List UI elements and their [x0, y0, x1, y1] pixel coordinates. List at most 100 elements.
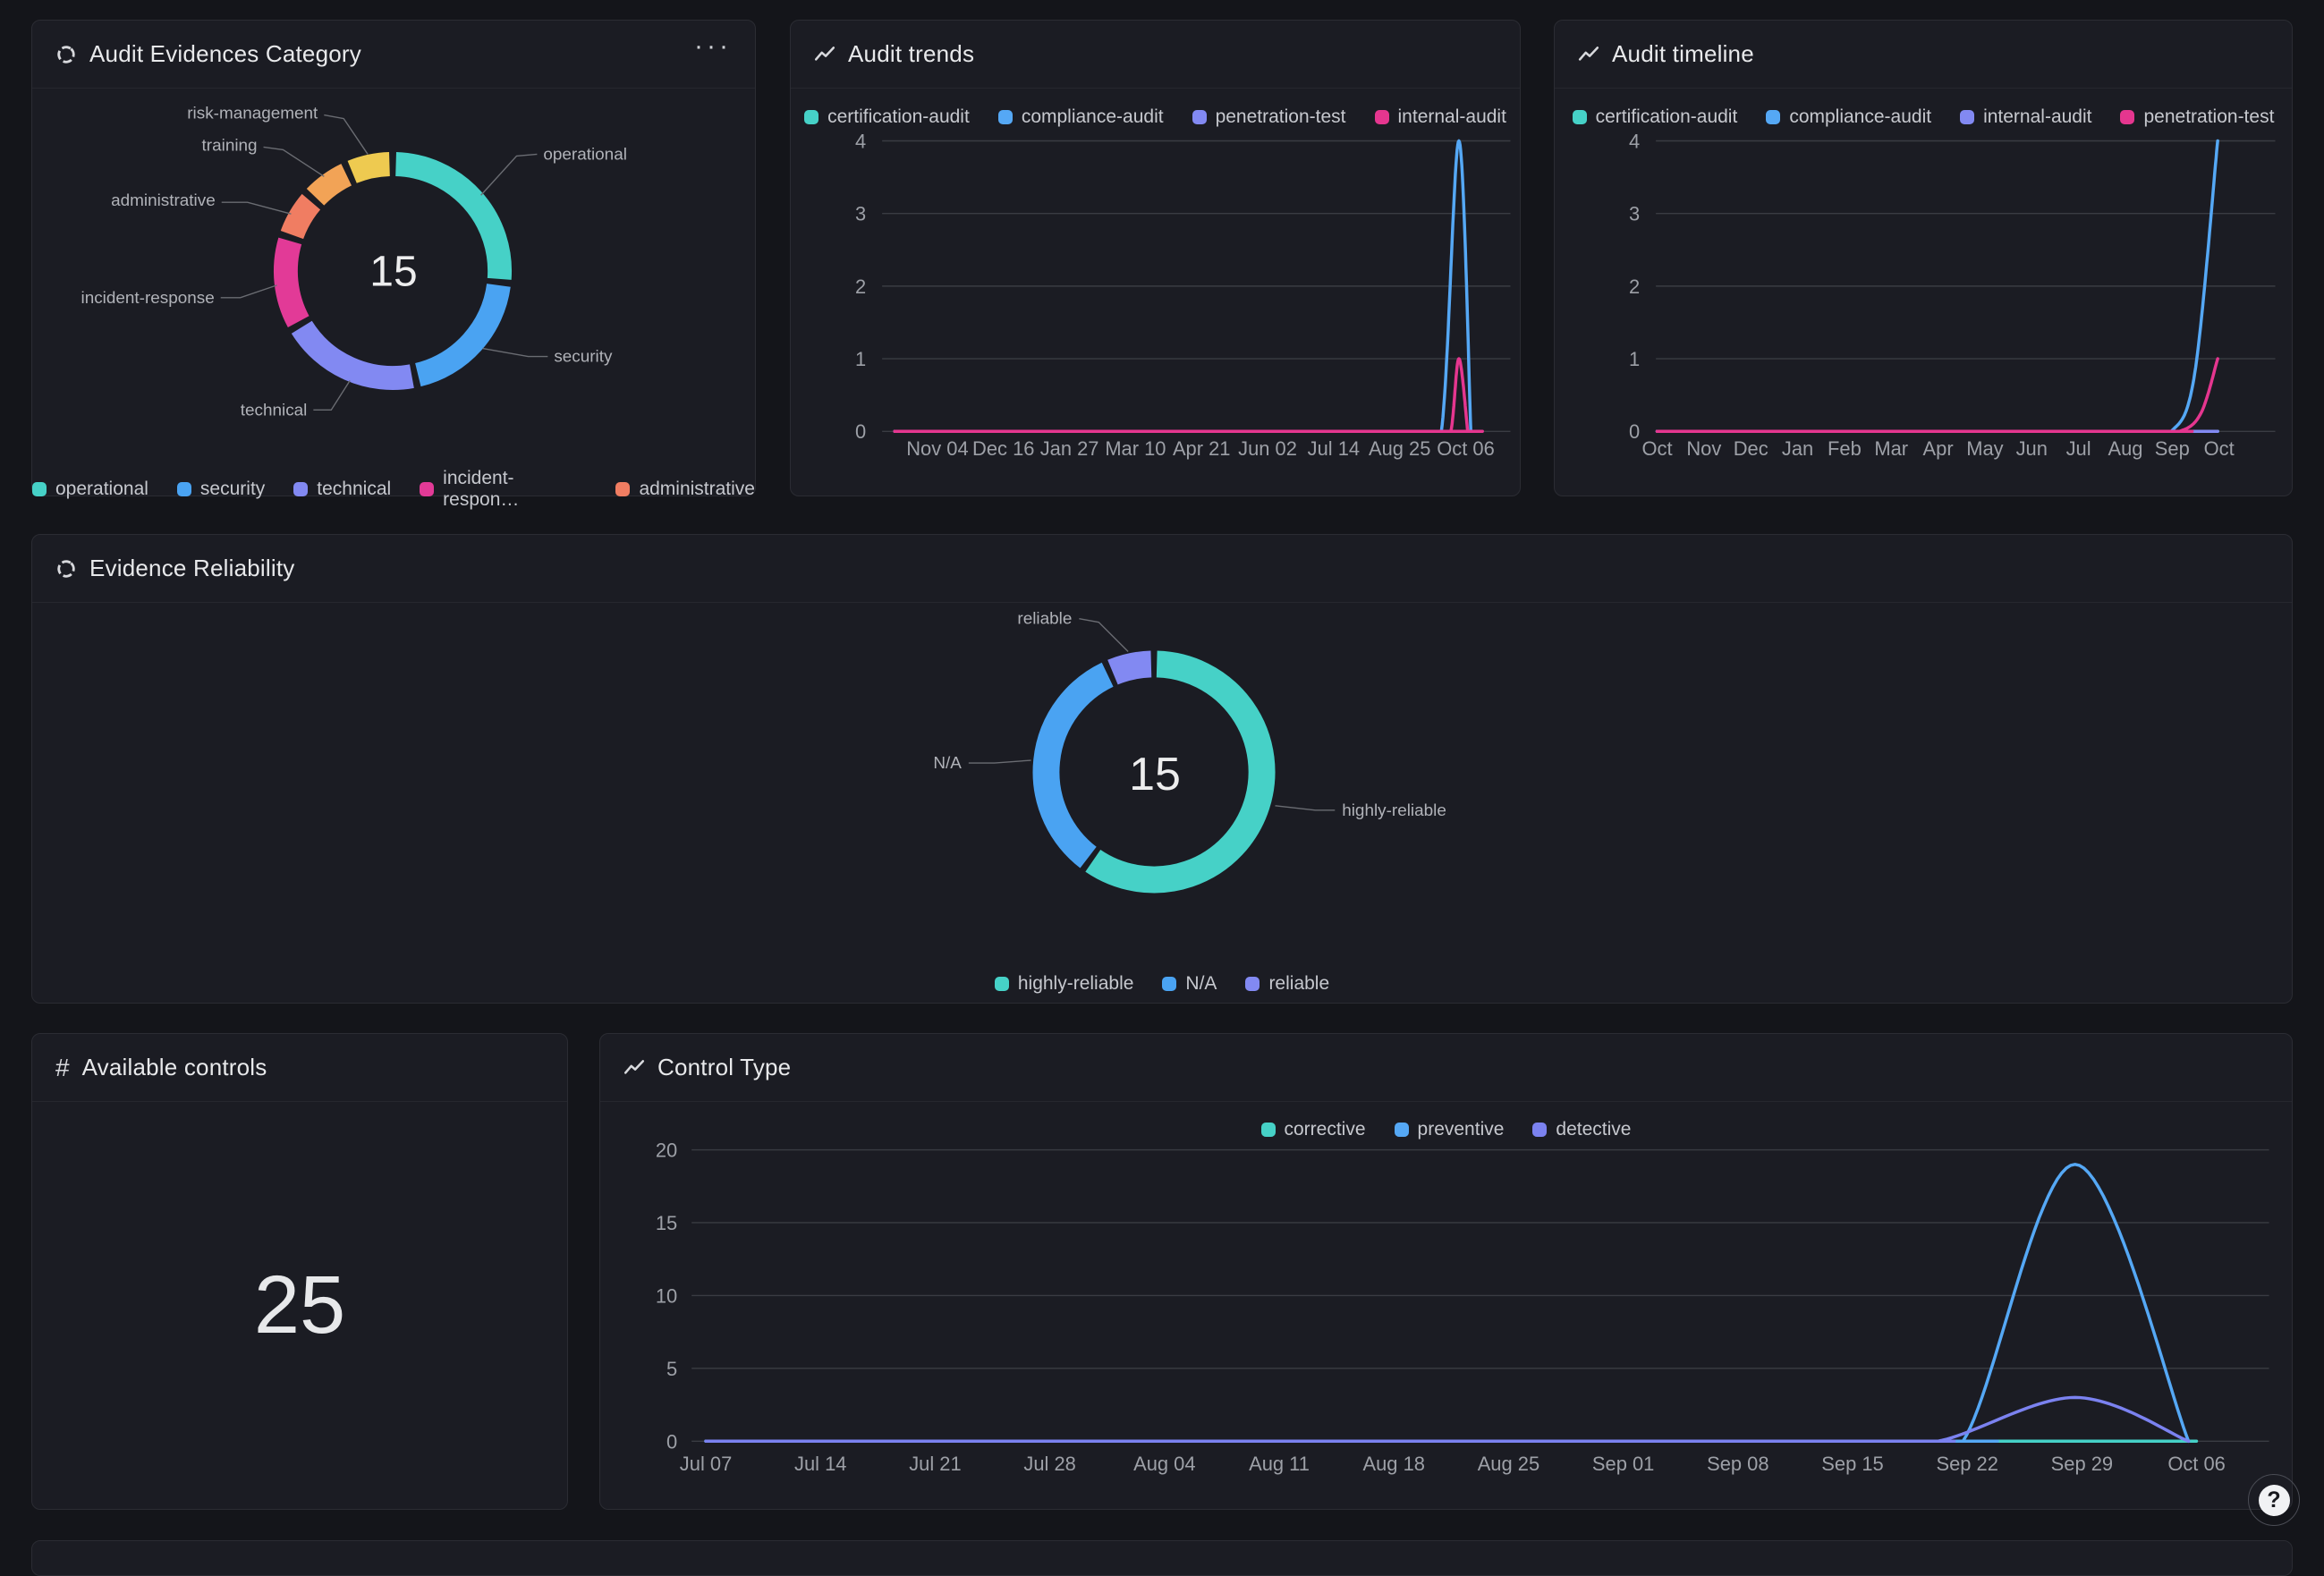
donut-slice-N/A[interactable]	[1046, 674, 1107, 857]
donut-slice-training[interactable]	[316, 174, 347, 197]
donut-slice-risk-management[interactable]	[352, 164, 390, 172]
y-axis-tick-label: 0	[855, 420, 866, 443]
help-button[interactable]: ?	[2248, 1474, 2300, 1526]
callout-label: administrative	[111, 191, 216, 210]
x-axis-tick-label: May	[1966, 437, 2003, 460]
y-axis-tick-label: 20	[656, 1139, 677, 1161]
x-axis-tick-label: Aug 25	[1369, 437, 1430, 460]
x-axis-tick-label: Jul 14	[1308, 437, 1360, 460]
panel-audit-trends: Audit trends certification-auditcomplian…	[790, 20, 1521, 496]
legend-item-operational[interactable]: operational	[32, 479, 148, 500]
legend-item-reliable[interactable]: reliable	[1245, 973, 1329, 995]
callout-line	[264, 147, 325, 176]
callout-line	[1079, 619, 1128, 652]
legend-swatch	[615, 482, 630, 496]
y-axis-tick-label: 0	[1629, 420, 1640, 443]
donut-slice-administrative[interactable]	[292, 202, 310, 235]
hash-icon: #	[55, 1054, 70, 1082]
panel-control-type: Control Type correctivepreventivedetecti…	[599, 1033, 2293, 1510]
legend-swatch	[32, 482, 47, 496]
x-axis-tick-label: Jul 14	[794, 1453, 846, 1475]
legend-swatch	[995, 977, 1009, 991]
legend-label: reliable	[1268, 973, 1329, 995]
x-axis-tick-label: Jul 07	[680, 1453, 732, 1475]
x-axis-tick-label: Sep 22	[1936, 1453, 1997, 1475]
legend-swatch	[293, 482, 308, 496]
legend-item-incident-respon…[interactable]: incident-respon…	[420, 468, 587, 511]
x-axis-tick-label: Aug 18	[1363, 1453, 1425, 1475]
x-axis-tick-label: Dec 16	[972, 437, 1034, 460]
x-axis-tick-label: Jan 27	[1040, 437, 1099, 460]
x-axis-tick-label: Jul	[2066, 437, 2091, 460]
x-axis-tick-label: Aug	[2108, 437, 2142, 460]
x-axis-tick-label: Aug 04	[1133, 1453, 1195, 1475]
callout-line	[324, 115, 368, 155]
callout-label: operational	[543, 145, 627, 164]
x-axis-tick-label: Sep 29	[2051, 1453, 2113, 1475]
y-axis-tick-label: 1	[1629, 348, 1640, 370]
x-axis-tick-label: Sep 01	[1592, 1453, 1654, 1475]
x-axis-tick-label: Feb	[1828, 437, 1862, 460]
chart-legend: operational security technical incident-res…	[32, 468, 755, 511]
callout-line	[481, 154, 538, 195]
y-axis-tick-label: 1	[855, 348, 866, 370]
legend-label: N/A	[1185, 973, 1217, 995]
panel-available-controls: # Available controls 25	[31, 1033, 568, 1510]
x-axis-tick-label: Mar	[1874, 437, 1908, 460]
x-axis-tick-label: Dec	[1734, 437, 1768, 460]
legend-item-highly-reliable[interactable]: highly-reliable	[995, 973, 1134, 995]
legend-label: operational	[55, 479, 148, 500]
legend-swatch	[177, 482, 191, 496]
callout-line	[1276, 806, 1336, 810]
x-axis-tick-label: Jul 28	[1023, 1453, 1075, 1475]
series-line-internal-audit[interactable]	[895, 359, 1482, 431]
callout-label: security	[554, 348, 613, 367]
y-axis-tick-label: 3	[855, 203, 866, 225]
x-axis-tick-label: Mar 10	[1105, 437, 1166, 460]
legend-item-N/A[interactable]: N/A	[1162, 973, 1217, 995]
callout-label: training	[202, 136, 258, 155]
callout-label: reliable	[1017, 610, 1072, 629]
donut-slice-technical[interactable]	[301, 327, 411, 378]
x-axis-tick-label: Aug 11	[1249, 1453, 1310, 1475]
donut-slice-reliable[interactable]	[1113, 664, 1151, 672]
x-axis-tick-label: Jul 21	[909, 1453, 961, 1475]
series-line-penetration-test[interactable]	[1658, 359, 2218, 431]
partial-panel	[31, 1540, 2293, 1576]
line-chart[interactable]: 20151050Jul 07Jul 14Jul 21Jul 28Aug 04Au…	[600, 1034, 2292, 1509]
donut-slice-incident-response[interactable]	[285, 241, 298, 321]
callout-line	[222, 202, 292, 214]
donut-slice-security[interactable]	[418, 285, 498, 375]
callout-label: technical	[241, 401, 308, 419]
callout-label: incident-response	[81, 289, 215, 308]
x-axis-tick-label: Sep 15	[1821, 1453, 1883, 1475]
x-axis-tick-label: Apr 21	[1173, 437, 1231, 460]
callout-label: risk-management	[187, 105, 318, 123]
legend-label: technical	[317, 479, 391, 500]
y-axis-tick-label: 10	[656, 1284, 677, 1307]
legend-swatch	[1245, 977, 1260, 991]
x-axis-tick-label: Oct	[1641, 437, 1672, 460]
x-axis-tick-label: Sep 08	[1707, 1453, 1768, 1475]
series-line-preventive[interactable]	[706, 1165, 2189, 1441]
line-chart[interactable]: 43210OctNovDecJanFebMarAprMayJunJulAugSe…	[1555, 21, 2292, 496]
y-axis-tick-label: 3	[1629, 203, 1640, 225]
legend-item-technical[interactable]: technical	[293, 479, 391, 500]
callout-line	[483, 349, 548, 357]
x-axis-tick-label: Oct 06	[1437, 437, 1495, 460]
panel-audit-timeline: Audit timeline certification-auditcompli…	[1554, 20, 2293, 496]
callout-line	[221, 285, 277, 298]
x-axis-tick-label: Apr	[1923, 437, 1954, 460]
line-chart[interactable]: 43210Nov 04Dec 16Jan 27Mar 10Apr 21Jun 0…	[791, 21, 1520, 496]
panel-audit-evidences-category: Audit Evidences Category ··· operational…	[31, 20, 756, 496]
legend-item-administrative[interactable]: administrative	[615, 479, 755, 500]
legend-label: administrative	[639, 479, 755, 500]
x-axis-tick-label: Sep	[2155, 437, 2190, 460]
y-axis-tick-label: 15	[656, 1212, 677, 1234]
callout-label: N/A	[933, 754, 962, 773]
y-axis-tick-label: 4	[1629, 130, 1640, 152]
x-axis-tick-label: Nov	[1686, 437, 1721, 460]
legend-label: incident-respon…	[443, 468, 587, 511]
legend-label: highly-reliable	[1018, 973, 1134, 995]
legend-item-security[interactable]: security	[177, 479, 265, 500]
